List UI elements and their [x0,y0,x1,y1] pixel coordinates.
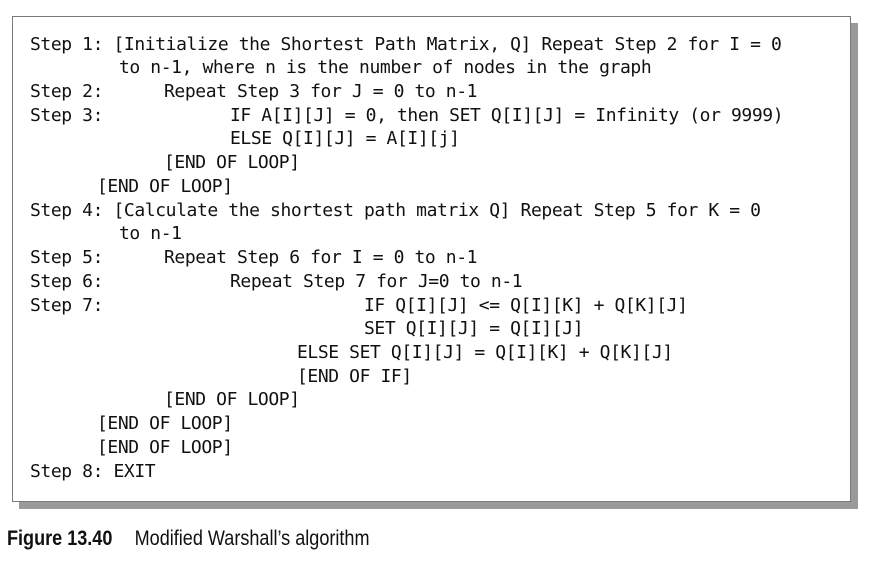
step-4-line: Step 4: [Calculate the shortest path mat… [30,200,761,221]
algorithm-lines: Step 1: [Initialize the Shortest Path Ma… [13,17,850,501]
step-4-continuation: to n-1 [119,223,182,244]
figure-caption-text: Modified Warshall’s algorithm [134,527,370,550]
step-3-label: Step 3: [30,105,104,126]
step-3-else: ELSE Q[I][J] = A[I][j] [230,128,460,149]
step-6-text: Repeat Step 7 for J=0 to n-1 [230,271,523,292]
end-of-loop-k: [END OF LOOP] [97,437,233,458]
step-2-label: Step 2: [30,81,104,102]
step-7-if: IF Q[I][J] <= Q[I][K] + Q[K][J] [364,295,688,316]
step-7-label: Step 7: [30,295,104,316]
end-of-if: [END OF IF] [297,366,412,387]
end-of-loop-outer: [END OF LOOP] [97,176,233,197]
step-3-if: IF A[I][J] = 0, then SET Q[I][J] = Infin… [230,105,784,126]
step-1-line: Step 1: [Initialize the Shortest Path Ma… [30,34,782,55]
step-7-set: SET Q[I][J] = Q[I][J] [364,318,584,339]
step-5-label: Step 5: [30,247,104,268]
step-8-line: Step 8: EXIT [30,461,156,482]
step-1-continuation: to n-1, where n is the number of nodes i… [119,57,652,78]
algorithm-box: Step 1: [Initialize the Shortest Path Ma… [12,16,851,502]
figure-caption: Figure 13.40 Modified Warshall’s algorit… [7,527,370,551]
step-6-label: Step 6: [30,271,104,292]
end-of-loop-i: [END OF LOOP] [97,413,233,434]
end-of-loop-inner: [END OF LOOP] [164,152,300,173]
step-2-text: Repeat Step 3 for J = 0 to n-1 [164,81,478,102]
step-7-else: ELSE SET Q[I][J] = Q[I][K] + Q[K][J] [297,342,673,363]
end-of-loop-j: [END OF LOOP] [164,389,300,410]
figure-number: Figure 13.40 [7,527,113,550]
step-5-text: Repeat Step 6 for I = 0 to n-1 [164,247,478,268]
